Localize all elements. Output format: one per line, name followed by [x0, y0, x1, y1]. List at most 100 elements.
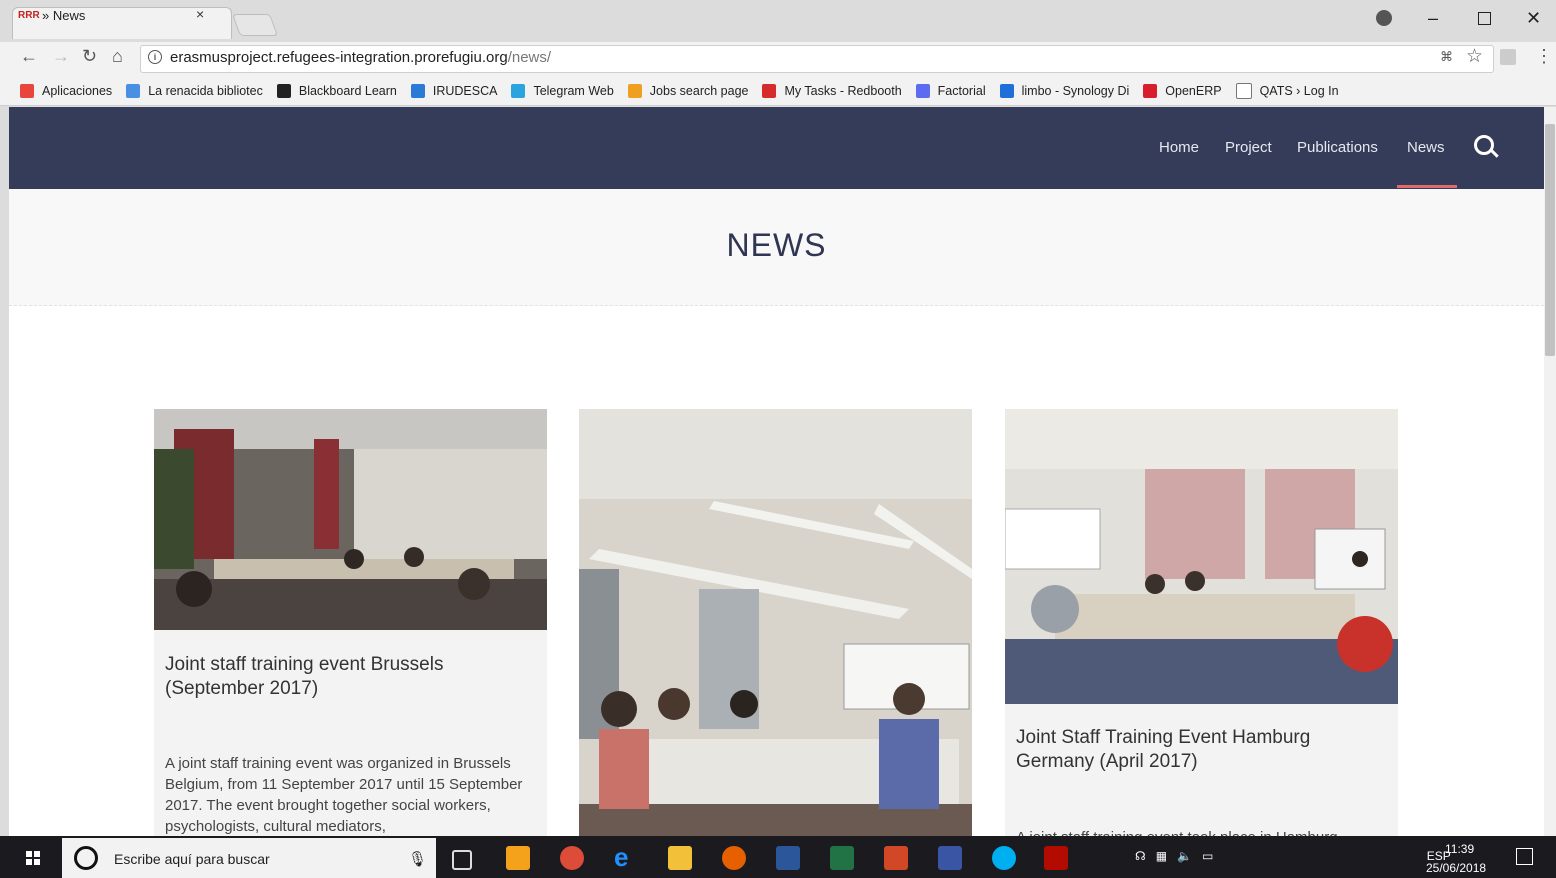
factorial-icon: [915, 83, 930, 98]
profile-icon[interactable]: [1376, 10, 1392, 26]
translate-icon[interactable]: ⌘: [1440, 49, 1453, 65]
news-card-excerpt: A joint staff training event was organiz…: [165, 755, 523, 835]
file-explorer-icon[interactable]: [668, 846, 692, 870]
task-view-icon[interactable]: [452, 850, 472, 870]
news-card-middle[interactable]: [579, 409, 972, 836]
bookmark-label: limbo - Synology Di: [1021, 83, 1130, 98]
window-close-icon[interactable]: ✕: [1526, 8, 1541, 29]
meeting-room-photo-middle: [579, 409, 972, 836]
irudesca-icon: [410, 83, 425, 98]
visio-icon[interactable]: [938, 846, 962, 870]
site-info-icon[interactable]: i: [148, 50, 162, 64]
news-card-hamburg[interactable]: Joint Staff Training Event Hamburg Germa…: [1005, 409, 1398, 836]
url-path: /news/: [507, 49, 552, 66]
battery-icon[interactable]: ▭: [1202, 849, 1213, 863]
bookmark-item[interactable]: Jobs search page: [627, 83, 749, 98]
telegram-icon: [511, 83, 526, 98]
home-icon[interactable]: ⌂: [112, 46, 123, 67]
bookmark-item[interactable]: Telegram Web: [511, 83, 614, 98]
bookmark-label: IRUDESCA: [432, 83, 498, 98]
nav-news[interactable]: News: [1407, 139, 1445, 156]
nav-project[interactable]: Project: [1225, 139, 1272, 156]
reload-icon[interactable]: ↻: [82, 46, 97, 67]
skype-icon[interactable]: [992, 846, 1016, 870]
taskbar-search-placeholder[interactable]: Escribe aquí para buscar: [114, 851, 270, 867]
page-viewport: Home Project Publications News NEWS Join…: [9, 107, 1544, 836]
microphone-icon[interactable]: 🎙: [408, 850, 427, 868]
bookmarks-bar: Aplicaciones La renacida bibliotec Blackbo…: [0, 76, 1556, 106]
bookmark-label: Aplicaciones: [42, 83, 113, 98]
url-host: erasmusproject.refugees-integration.pror…: [170, 49, 508, 66]
apps-grid-icon: [20, 83, 34, 98]
jobs-icon: [627, 83, 642, 98]
windows-start-icon[interactable]: [26, 851, 40, 865]
tab-close-icon[interactable]: ×: [196, 6, 204, 22]
bookmark-item[interactable]: IRUDESCA: [410, 83, 498, 98]
bookmark-label: Blackboard Learn: [298, 83, 397, 98]
clock-time[interactable]: 11:39: [1445, 842, 1474, 856]
bookmark-item[interactable]: Factorial: [915, 83, 986, 98]
powerpoint-icon[interactable]: [884, 846, 908, 870]
bookmark-item[interactable]: My Tasks - Redbooth: [762, 83, 902, 98]
bookmark-label: QATS › Log In: [1259, 83, 1339, 98]
people-icon[interactable]: ☊: [1135, 849, 1146, 863]
bookmark-item[interactable]: Aplicaciones: [20, 83, 113, 98]
clock-date[interactable]: 25/06/2018: [1426, 861, 1486, 875]
firefox-icon[interactable]: [722, 846, 746, 870]
bookmark-item[interactable]: OpenERP: [1143, 83, 1222, 98]
bookmark-item[interactable]: limbo - Synology Di: [999, 83, 1130, 98]
bookmark-item[interactable]: QATS › Log In: [1235, 82, 1339, 99]
back-arrow-icon[interactable]: ←: [20, 46, 38, 67]
opera-icon: [1143, 83, 1158, 98]
bookmark-label: Jobs search page: [649, 83, 749, 98]
bookmark-item[interactable]: Blackboard Learn: [276, 83, 397, 98]
bookmark-label: Telegram Web: [533, 83, 614, 98]
bookmark-label: La renacida bibliotec: [148, 83, 263, 98]
bookmark-label: My Tasks - Redbooth: [784, 83, 902, 98]
outlook-icon[interactable]: [506, 846, 530, 870]
nav-home[interactable]: Home: [1159, 139, 1199, 156]
news-photo-middle[interactable]: [579, 409, 972, 836]
news-card-brussels[interactable]: Joint staff training event Brussels (Sep…: [154, 409, 547, 836]
excel-icon[interactable]: [830, 846, 854, 870]
extension-icon[interactable]: [1500, 49, 1516, 65]
tab-title: » News: [42, 8, 86, 23]
acrobat-icon[interactable]: [1044, 846, 1068, 870]
news-photo-brussels[interactable]: [154, 409, 547, 630]
bookmark-item[interactable]: La renacida bibliotec: [126, 83, 263, 98]
news-card-title[interactable]: Joint staff training event Brussels (Sep…: [165, 653, 525, 701]
blackboard-icon: [276, 83, 291, 98]
window-maximize-icon[interactable]: [1478, 12, 1491, 25]
news-card-excerpt: A joint staff training event took place …: [1016, 827, 1388, 836]
network-icon[interactable]: ▦: [1156, 849, 1167, 863]
forward-arrow-icon[interactable]: →: [52, 46, 70, 67]
nav-publications[interactable]: Publications: [1297, 139, 1378, 156]
page-icon: [1235, 82, 1252, 99]
nav-active-indicator: [1397, 185, 1457, 188]
chrome-icon[interactable]: [560, 846, 584, 870]
bookmark-label: OpenERP: [1165, 83, 1222, 98]
notifications-icon[interactable]: [1516, 848, 1533, 865]
system-tray-icons[interactable]: ☊ ▦ 🔈 ▭ ESP: [1135, 849, 1451, 863]
news-card-title[interactable]: Joint Staff Training Event Hamburg Germa…: [1016, 726, 1388, 774]
volume-icon[interactable]: 🔈: [1177, 849, 1192, 863]
new-tab-button[interactable]: [231, 14, 279, 36]
scrollbar-thumb[interactable]: [1545, 124, 1555, 356]
redbooth-icon: [762, 83, 777, 98]
meeting-room-photo-brussels: [154, 409, 547, 630]
meeting-room-photo-hamburg: [1005, 409, 1398, 704]
edge-icon[interactable]: e: [614, 844, 638, 870]
url-text[interactable]: erasmusproject.refugees-integration.pror…: [170, 49, 551, 66]
window-minimize-icon[interactable]: –: [1428, 8, 1438, 29]
word-icon[interactable]: [776, 846, 800, 870]
browser-menu-icon[interactable]: ⋮: [1535, 46, 1553, 67]
synology-icon: [999, 83, 1014, 98]
bookmark-star-icon[interactable]: ☆: [1466, 45, 1483, 68]
browser-tab-strip: [0, 0, 1556, 42]
bookmark-label: Factorial: [937, 83, 986, 98]
cortana-icon[interactable]: [74, 846, 98, 870]
page-title: NEWS: [726, 227, 827, 263]
library-icon: [126, 83, 141, 98]
site-favicon-icon: RRR: [18, 10, 40, 21]
news-photo-hamburg[interactable]: [1005, 409, 1398, 704]
